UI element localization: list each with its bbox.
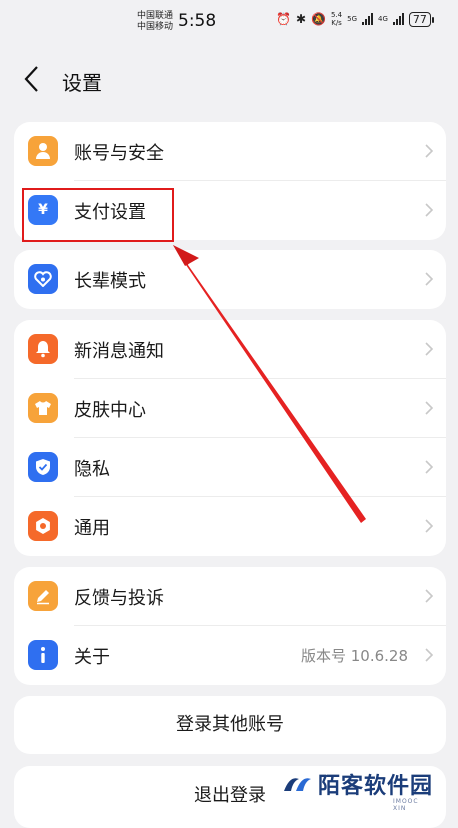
annotation-arrow [173, 245, 366, 523]
